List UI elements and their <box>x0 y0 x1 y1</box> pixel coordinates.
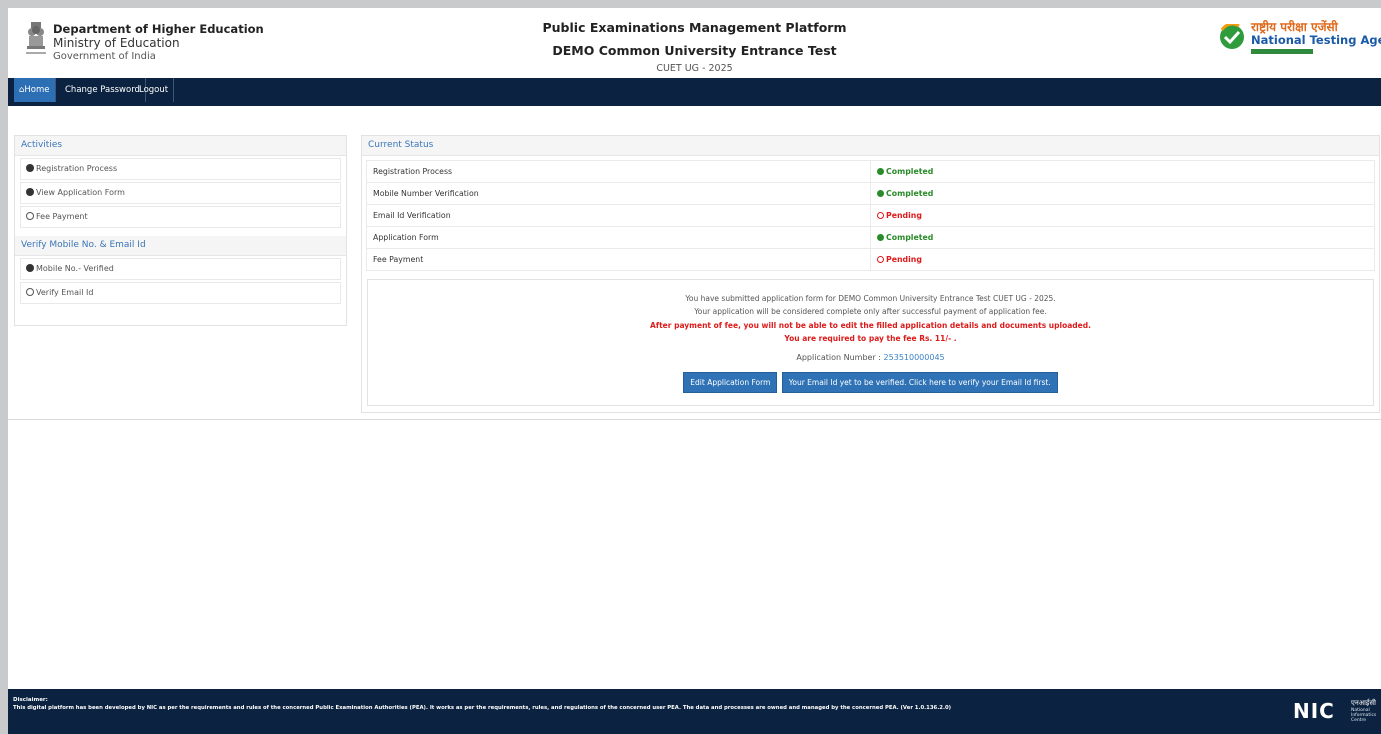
exam-code: CUET UG - 2025 <box>656 63 733 74</box>
status-label: Fee Payment <box>366 248 871 271</box>
activities-title: Activities <box>15 136 346 156</box>
table-row: Application Form Completed <box>366 226 1375 249</box>
status-value: Pending <box>870 204 1375 227</box>
status-value: Completed <box>870 226 1375 249</box>
status-value: Completed <box>870 160 1375 183</box>
status-value: Completed <box>870 182 1375 205</box>
verify-email-item[interactable]: Verify Email Id <box>20 282 341 304</box>
activity-label: View Application Form <box>36 188 125 197</box>
nic-hindi: एनआईसी <box>1351 699 1376 707</box>
check-circle-icon <box>26 188 34 196</box>
nav-home-label: Home <box>24 85 50 95</box>
page-frame: Department of Higher Education Ministry … <box>8 8 1381 734</box>
table-row: Email Id Verification Pending <box>366 204 1375 227</box>
nic-logo: NIC एनआईसी National Informatics Centre <box>1293 699 1377 729</box>
status-text: Completed <box>886 167 934 176</box>
nta-english-name: National Testing Agency <box>1251 33 1381 47</box>
status-text: Completed <box>886 189 934 198</box>
activity-view-application-form[interactable]: View Application Form <box>20 182 341 204</box>
check-circle-icon <box>877 190 884 197</box>
nta-strip <box>1251 49 1313 54</box>
check-circle-icon <box>877 168 884 175</box>
status-label: Mobile Number Verification <box>366 182 871 205</box>
status-label: Registration Process <box>366 160 871 183</box>
nav-home[interactable]: ⌂Home <box>14 78 56 102</box>
verify-label: Verify Email Id <box>36 288 94 297</box>
activity-label: Fee Payment <box>36 212 88 221</box>
clock-icon <box>26 288 34 296</box>
action-buttons: Edit Application Form Your Email Id yet … <box>368 372 1373 393</box>
warning-message: After payment of fee, you will not be ab… <box>650 321 1091 330</box>
status-text: Pending <box>886 211 922 220</box>
nta-check-icon <box>1220 24 1244 49</box>
activity-fee-payment[interactable]: Fee Payment <box>20 206 341 228</box>
submitted-message: You have submitted application form for … <box>685 294 1056 303</box>
divider <box>8 419 1381 420</box>
platform-title-block: Public Examinations Management Platform … <box>8 20 1381 74</box>
application-number: 253510000045 <box>883 353 945 362</box>
header: Department of Higher Education Ministry … <box>8 8 1381 78</box>
nic-subtitle: National Informatics Centre <box>1351 708 1377 723</box>
status-table: Registration Process Completed Mobile Nu… <box>366 160 1375 271</box>
exam-title: DEMO Common University Entrance Test <box>552 43 837 58</box>
verify-label: Mobile No.- Verified <box>36 264 114 273</box>
clock-icon <box>877 212 884 219</box>
disclaimer-title: Disclaimer: <box>13 697 48 703</box>
current-status-title: Current Status <box>362 136 1379 156</box>
navbar: ⌂Home Change Password Logout <box>8 78 1381 106</box>
nta-logo: राष्ट्रीय परीक्षा एजेंसी National Testin… <box>1211 18 1381 64</box>
application-number-row: Application Number : 253510000045 <box>368 353 1373 362</box>
footer: Disclaimer: This digital platform has be… <box>8 689 1381 734</box>
nic-wordmark: NIC <box>1293 699 1335 723</box>
check-circle-icon <box>26 164 34 172</box>
status-text: Pending <box>886 255 922 264</box>
verify-email-button[interactable]: Your Email Id yet to be verified. Click … <box>781 372 1058 393</box>
activity-label: Registration Process <box>36 164 118 173</box>
verify-mobile-item[interactable]: Mobile No.- Verified <box>20 258 341 280</box>
application-message-box: You have submitted application form for … <box>367 279 1374 406</box>
status-label: Application Form <box>366 226 871 249</box>
table-row: Fee Payment Pending <box>366 248 1375 271</box>
clock-icon <box>26 212 34 220</box>
check-circle-icon <box>26 264 34 272</box>
verify-title: Verify Mobile No. & Email Id <box>15 236 346 256</box>
check-circle-icon <box>877 234 884 241</box>
status-label: Email Id Verification <box>366 204 871 227</box>
clock-icon <box>877 256 884 263</box>
fee-message: You are required to pay the fee Rs. 11/-… <box>784 334 957 343</box>
disclaimer-text: This digital platform has been developed… <box>13 705 952 711</box>
completion-message: Your application will be considered comp… <box>694 307 1047 316</box>
activities-panel: Activities Registration Process View App… <box>14 135 347 326</box>
status-value: Pending <box>870 248 1375 271</box>
nav-logout[interactable]: Logout <box>134 78 175 102</box>
application-number-label: Application Number : <box>796 353 881 362</box>
table-row: Mobile Number Verification Completed <box>366 182 1375 205</box>
platform-title: Public Examinations Management Platform <box>542 20 847 35</box>
table-row: Registration Process Completed <box>366 160 1375 183</box>
status-text: Completed <box>886 233 934 242</box>
current-status-panel: Current Status Registration Process Comp… <box>361 135 1380 413</box>
edit-application-button[interactable]: Edit Application Form <box>683 372 778 393</box>
activity-registration-process[interactable]: Registration Process <box>20 158 341 180</box>
